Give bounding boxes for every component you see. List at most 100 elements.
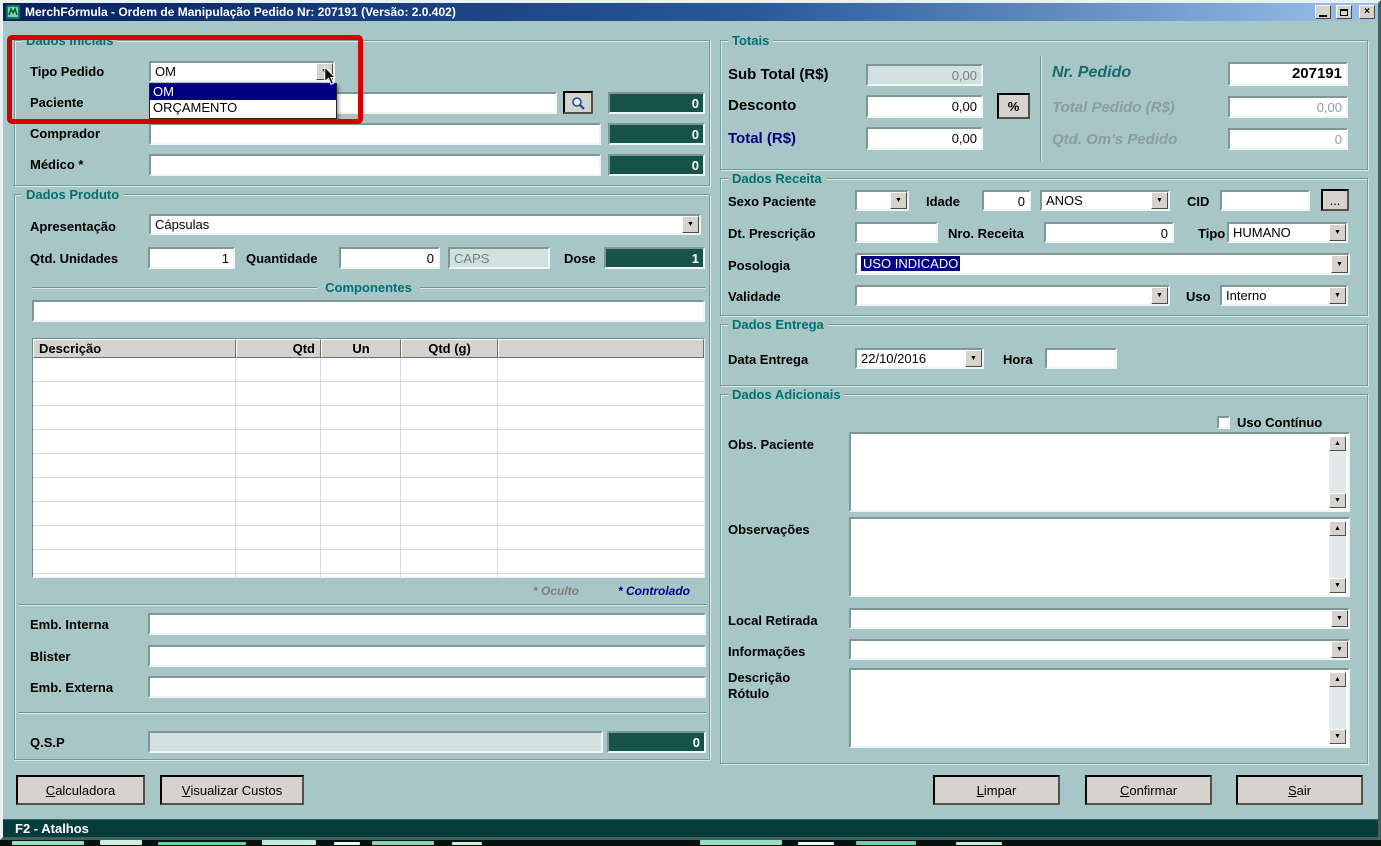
cid-input[interactable] [1220, 190, 1310, 211]
close-icon[interactable]: × [1359, 5, 1375, 19]
paciente-label: Paciente [30, 95, 84, 110]
dados-adicionais-title: Dados Adicionais [728, 387, 845, 402]
sair-button[interactable]: Sair [1236, 775, 1363, 805]
comprador-input[interactable] [149, 123, 601, 145]
validade-combo[interactable]: ▼ [855, 285, 1170, 306]
scrollbar-up-icon[interactable]: ▲ [1329, 436, 1346, 451]
observacoes-label: Observações [728, 522, 810, 537]
col-qtd-g: Qtd (g) [401, 339, 498, 358]
emb-interna-input[interactable] [148, 613, 706, 635]
chevron-down-icon[interactable]: ▼ [1151, 192, 1168, 209]
calculadora-button[interactable]: Calculadora [16, 775, 145, 805]
scrollbar-down-icon[interactable]: ▼ [1329, 493, 1346, 508]
tipo-pedido-dropdown-list[interactable]: OM ORÇAMENTO [149, 83, 337, 119]
paciente-count-field: 0 [608, 92, 705, 114]
tipo-pedido-combo[interactable]: OM ▼ [149, 61, 335, 82]
qtd-unidades-input[interactable]: 1 [148, 247, 235, 269]
tipo-pedido-label: Tipo Pedido [30, 64, 105, 79]
window-title: MerchFórmula - Ordem de Manipulação Pedi… [25, 5, 456, 19]
observacoes-textarea[interactable]: ▲ ▼ [849, 517, 1350, 597]
scrollbar[interactable]: ▲ ▼ [1329, 672, 1346, 744]
informacoes-combo[interactable]: ▼ [849, 639, 1350, 660]
scrollbar-up-icon[interactable]: ▲ [1329, 521, 1346, 536]
cid-label: CID [1187, 194, 1210, 209]
maximize-icon[interactable] [1336, 5, 1352, 19]
chevron-down-icon[interactable]: ▼ [1331, 610, 1348, 627]
dropdown-option-orcamento[interactable]: ORÇAMENTO [150, 100, 336, 116]
percent-button[interactable]: % [997, 93, 1030, 119]
divider [1040, 56, 1042, 161]
confirmar-rest: onfirmar [1129, 782, 1178, 798]
hora-input[interactable] [1045, 348, 1117, 369]
chevron-down-icon[interactable]: ▼ [1331, 641, 1348, 658]
cid-browse-button[interactable]: ... [1321, 189, 1349, 211]
scrollbar[interactable]: ▲ ▼ [1329, 521, 1346, 593]
calculadora-rest: alculadora [55, 782, 116, 798]
scrollbar[interactable]: ▲ ▼ [1329, 436, 1346, 508]
confirmar-button[interactable]: Confirmar [1085, 775, 1212, 805]
emb-interna-label: Emb. Interna [30, 617, 109, 632]
uso-value: Interno [1226, 288, 1267, 303]
scrollbar-down-icon[interactable]: ▼ [1329, 729, 1346, 744]
chevron-down-icon[interactable]: ▼ [1151, 287, 1168, 304]
chevron-down-icon[interactable]: ▼ [965, 350, 982, 367]
scrollbar-up-icon[interactable]: ▲ [1329, 672, 1346, 687]
nro-receita-input[interactable]: 0 [1044, 222, 1174, 243]
uso-continuo-checkbox[interactable] [1217, 416, 1230, 429]
sair-rest: air [1296, 782, 1312, 798]
chevron-down-icon[interactable]: ▼ [316, 63, 333, 80]
blister-input[interactable] [148, 645, 706, 667]
paciente-search-button[interactable] [563, 91, 593, 114]
dropdown-option-om[interactable]: OM [150, 84, 336, 100]
total-label: Total (R$) [728, 130, 797, 147]
oculto-note: * Oculto [533, 584, 580, 598]
local-retirada-combo[interactable]: ▼ [849, 608, 1350, 629]
total-input[interactable]: 0,00 [866, 127, 983, 150]
emb-externa-input[interactable] [148, 676, 706, 698]
dt-prescricao-input[interactable] [855, 222, 938, 243]
dose-label: Dose [564, 251, 596, 266]
blister-label: Blister [30, 649, 71, 664]
limpar-rest: impar [983, 782, 1017, 798]
chevron-down-icon[interactable]: ▼ [1329, 224, 1346, 241]
quantidade-input[interactable]: 0 [339, 247, 440, 269]
medico-input[interactable] [149, 154, 601, 176]
qsp-label: Q.S.P [30, 735, 65, 750]
sair-accel: S [1287, 782, 1297, 798]
scrollbar-down-icon[interactable]: ▼ [1329, 578, 1346, 593]
idade-unit-combo[interactable]: ANOS ▼ [1040, 190, 1170, 211]
sexo-combo[interactable]: ▼ [855, 190, 909, 211]
descricao-rotulo-textarea[interactable]: ▲ ▼ [849, 668, 1350, 748]
search-icon [572, 96, 585, 110]
chevron-down-icon[interactable]: ▼ [890, 192, 907, 209]
tipo-value: HUMANO [1233, 225, 1291, 240]
chevron-down-icon[interactable]: ▼ [1329, 287, 1346, 304]
obs-paciente-label: Obs. Paciente [728, 437, 814, 452]
total-pedido-label: Total Pedido (R$) [1052, 99, 1175, 116]
posologia-combo[interactable]: USO INDICADO ▼ [855, 253, 1350, 275]
chevron-down-icon[interactable]: ▼ [682, 216, 699, 233]
apresentacao-value: Cápsulas [155, 217, 210, 232]
divider [18, 604, 706, 606]
tipo-combo[interactable]: HUMANO ▼ [1227, 222, 1348, 243]
desconto-input[interactable]: 0,00 [866, 95, 983, 118]
minimize-icon[interactable] [1315, 5, 1331, 19]
uso-combo[interactable]: Interno ▼ [1220, 285, 1348, 306]
data-entrega-combo[interactable]: 22/10/2016 ▼ [855, 348, 984, 369]
componente-search-input[interactable] [32, 300, 705, 322]
chevron-down-icon[interactable]: ▼ [1331, 255, 1348, 273]
confirmar-accel: C [1119, 782, 1130, 798]
tipo-pedido-value: OM [155, 64, 176, 79]
visualizar-custos-button[interactable]: Visualizar Custos [160, 775, 304, 805]
uso-continuo-label: Uso Contínuo [1237, 415, 1323, 430]
idade-input[interactable]: 0 [982, 190, 1031, 211]
informacoes-value [851, 641, 1331, 658]
apresentacao-combo[interactable]: Cápsulas ▼ [149, 214, 701, 235]
idade-unit-value: ANOS [1046, 193, 1083, 208]
informacoes-label: Informações [728, 644, 806, 659]
nro-receita-label: Nro. Receita [948, 226, 1024, 241]
limpar-button[interactable]: Limpar [933, 775, 1060, 805]
visualizar-custos-accel: V [181, 782, 191, 798]
obs-paciente-textarea[interactable]: ▲ ▼ [849, 432, 1350, 512]
dados-entrega-group [720, 324, 1368, 386]
